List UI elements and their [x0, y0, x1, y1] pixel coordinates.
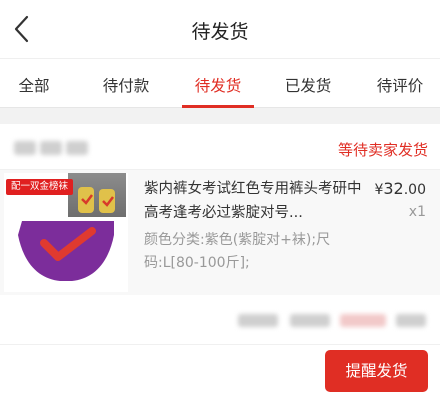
blurred-summary-text [396, 314, 426, 327]
order-card[interactable]: 等待卖家发货 配一双金榜袜 紫内裤女考试红色专用裤头考研中高考逢考必过紫腚对号.… [0, 124, 440, 409]
page-title: 待发货 [191, 21, 249, 43]
order-summary [0, 295, 440, 345]
underwear-icon [18, 221, 114, 281]
price-integer: 32 [383, 179, 404, 198]
top-bar: 待发货 [0, 0, 440, 58]
tab-shipped[interactable]: 已发货 [264, 74, 352, 96]
order-status: 等待卖家发货 [337, 141, 428, 159]
shop-row[interactable]: 等待卖家发货 [0, 124, 440, 170]
tab-all[interactable]: 全部 [0, 74, 78, 96]
blurred-shop-name [40, 141, 62, 155]
tab-pending-review[interactable]: 待评价 [356, 74, 440, 96]
remind-shipment-button[interactable]: 提醒发货 [325, 350, 428, 392]
product-item[interactable]: 配一双金榜袜 紫内裤女考试红色专用裤头考研中高考逢考必过紫腚对号... 颜色分类… [0, 170, 440, 295]
active-tab-indicator [182, 105, 254, 108]
product-quantity: x1 [408, 204, 426, 220]
product-spec: 颜色分类:紫色(紫腚对+袜);尺码:L[80-100斤]; [144, 232, 331, 271]
blurred-summary-text [238, 314, 278, 327]
order-tabs: 全部 待付款 待发货 已发货 待评价 [0, 58, 440, 108]
blurred-summary-text [290, 314, 330, 327]
blurred-summary-text [340, 314, 386, 327]
price-decimal: .00 [403, 182, 426, 198]
product-price: ¥32.00 [374, 179, 426, 198]
socks-icon [78, 187, 115, 213]
tab-pending-payment[interactable]: 待付款 [82, 74, 170, 96]
tab-pending-shipment[interactable]: 待发货 [174, 74, 262, 96]
blurred-shop-name [66, 141, 88, 155]
blurred-shop-name [14, 141, 36, 155]
product-thumbnail[interactable]: 配一双金榜袜 [4, 173, 128, 292]
product-title[interactable]: 紫内裤女考试红色专用裤头考研中高考逢考必过紫腚对号... [144, 177, 366, 225]
promo-tag: 配一双金榜袜 [6, 179, 74, 195]
